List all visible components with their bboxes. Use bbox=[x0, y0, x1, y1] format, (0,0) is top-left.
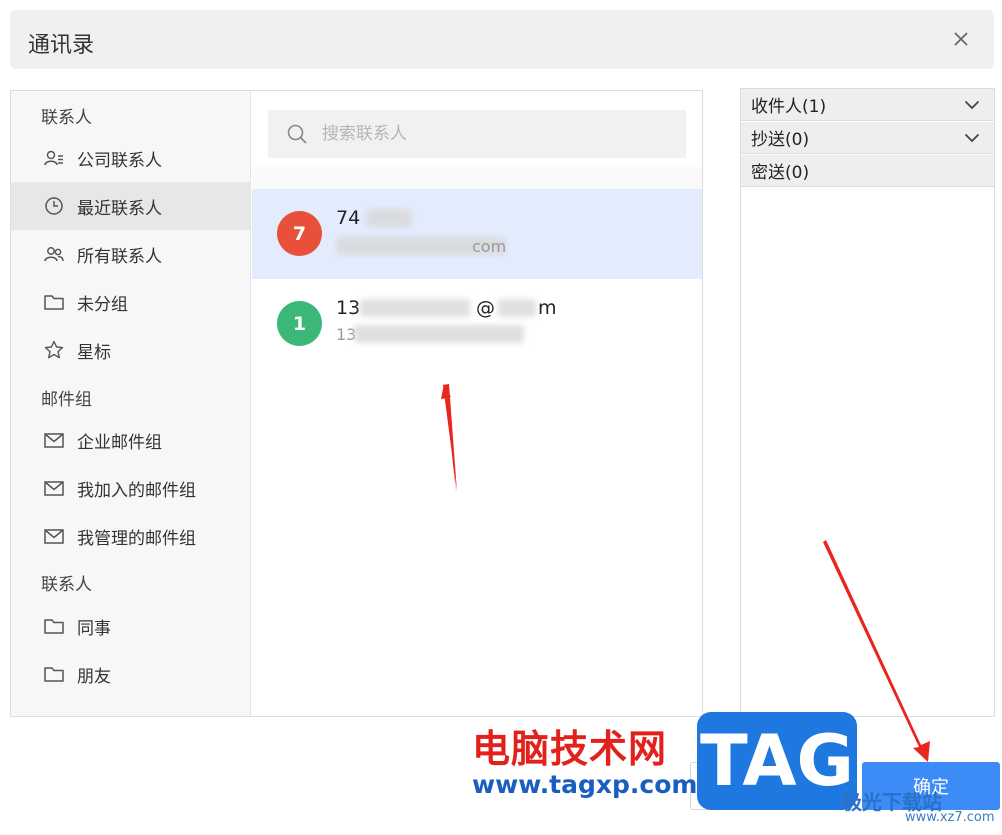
mail-icon bbox=[43, 477, 65, 499]
section-title-contact-groups: 联系人 bbox=[41, 575, 92, 595]
sidebar-item-label: 同事 bbox=[77, 618, 111, 639]
sidebar-item-label: 最近联系人 bbox=[77, 198, 162, 219]
recipients-cc-header[interactable]: 抄送(0) bbox=[741, 122, 994, 154]
redacted-name bbox=[360, 299, 470, 317]
recipients-bcc-label: 密送(0) bbox=[751, 163, 810, 183]
folder-icon bbox=[43, 663, 65, 685]
contact-row[interactable]: 1 13 @ m 13 bbox=[252, 279, 702, 369]
contact-name-end: m bbox=[538, 297, 557, 319]
contact-email: com bbox=[472, 237, 507, 256]
sidebar-item-enterprise-mail-group[interactable]: 企业邮件组 bbox=[11, 416, 250, 464]
recipients-to-header[interactable]: 收件人(1) bbox=[741, 89, 994, 121]
sidebar-item-label: 所有联系人 bbox=[77, 246, 162, 267]
contact-list-pane: 7 74 com 1 13 @ m 13 bbox=[252, 91, 702, 716]
sidebar-item-label: 企业邮件组 bbox=[77, 432, 162, 453]
dialog-title: 通讯录 bbox=[28, 33, 95, 58]
recipients-cc-label: 抄送(0) bbox=[751, 130, 810, 150]
search-icon bbox=[287, 124, 307, 144]
contact-name: 74 bbox=[336, 207, 361, 229]
close-button[interactable] bbox=[948, 26, 974, 52]
watermark-domain: www.xz7.com bbox=[905, 810, 995, 825]
list-spacer bbox=[252, 167, 702, 189]
sidebar-item-label: 未分组 bbox=[77, 294, 128, 315]
sidebar-item-managed-mail-groups[interactable]: 我管理的邮件组 bbox=[11, 512, 250, 560]
sidebar-item-ungrouped[interactable]: 未分组 bbox=[11, 278, 250, 326]
sidebar-item-recent-contacts[interactable]: 最近联系人 bbox=[11, 182, 250, 230]
sidebar-item-label: 公司联系人 bbox=[77, 150, 162, 171]
section-title-contacts: 联系人 bbox=[41, 108, 92, 128]
search-box bbox=[268, 110, 686, 158]
redacted-name bbox=[366, 209, 412, 227]
sidebar-item-friends[interactable]: 朋友 bbox=[11, 650, 250, 698]
mail-icon bbox=[43, 525, 65, 547]
contact-name: 13 bbox=[336, 297, 361, 319]
mail-icon bbox=[43, 429, 65, 451]
sidebar-item-label: 朋友 bbox=[77, 666, 111, 687]
chevron-down-icon bbox=[964, 100, 980, 109]
sidebar-item-starred[interactable]: 星标 bbox=[11, 326, 250, 374]
sidebar-item-label: 我管理的邮件组 bbox=[77, 528, 196, 549]
sidebar-item-joined-mail-groups[interactable]: 我加入的邮件组 bbox=[11, 464, 250, 512]
dialog-title-bar: 通讯录 bbox=[10, 10, 994, 69]
recipients-bcc-header[interactable]: 密送(0) bbox=[741, 155, 994, 187]
sidebar-item-label: 我加入的邮件组 bbox=[77, 480, 196, 501]
sidebar-item-label: 星标 bbox=[77, 342, 111, 363]
folder-icon bbox=[43, 615, 65, 637]
sidebar-item-all-contacts[interactable]: 所有联系人 bbox=[11, 230, 250, 278]
avatar: 1 bbox=[277, 301, 322, 346]
section-title-mail-groups: 邮件组 bbox=[41, 390, 92, 410]
watermark-url: www.tagxp.com bbox=[472, 770, 698, 799]
address-book: 联系人 公司联系人 最近联系人 所有联系人 未分组 星标 邮件组 企业邮件组 我… bbox=[10, 90, 703, 717]
company-contacts-icon bbox=[43, 147, 65, 169]
contact-name-at: @ bbox=[476, 297, 495, 319]
redacted-phone bbox=[354, 325, 524, 343]
clock-icon bbox=[43, 195, 65, 217]
avatar: 7 bbox=[277, 211, 322, 256]
close-icon bbox=[954, 32, 968, 46]
contact-groups-sidebar: 联系人 公司联系人 最近联系人 所有联系人 未分组 星标 邮件组 企业邮件组 我… bbox=[11, 91, 251, 716]
sidebar-item-colleagues[interactable]: 同事 bbox=[11, 602, 250, 650]
folder-icon bbox=[43, 291, 65, 313]
search-input[interactable] bbox=[322, 124, 662, 144]
watermark-text: 电脑技术网 bbox=[472, 727, 668, 771]
watermark-logo-text: TAG bbox=[700, 720, 854, 802]
recipients-to-label: 收件人(1) bbox=[751, 97, 827, 117]
star-icon bbox=[43, 339, 65, 361]
recipients-panel: 收件人(1) 抄送(0) 密送(0) bbox=[740, 88, 995, 717]
redacted-domain bbox=[498, 299, 536, 317]
contact-row[interactable]: 7 74 com bbox=[252, 189, 702, 279]
sidebar-item-company-contacts[interactable]: 公司联系人 bbox=[11, 134, 250, 182]
people-icon bbox=[43, 243, 65, 265]
watermark-logo: TAG bbox=[697, 712, 857, 810]
chevron-down-icon bbox=[964, 133, 980, 142]
